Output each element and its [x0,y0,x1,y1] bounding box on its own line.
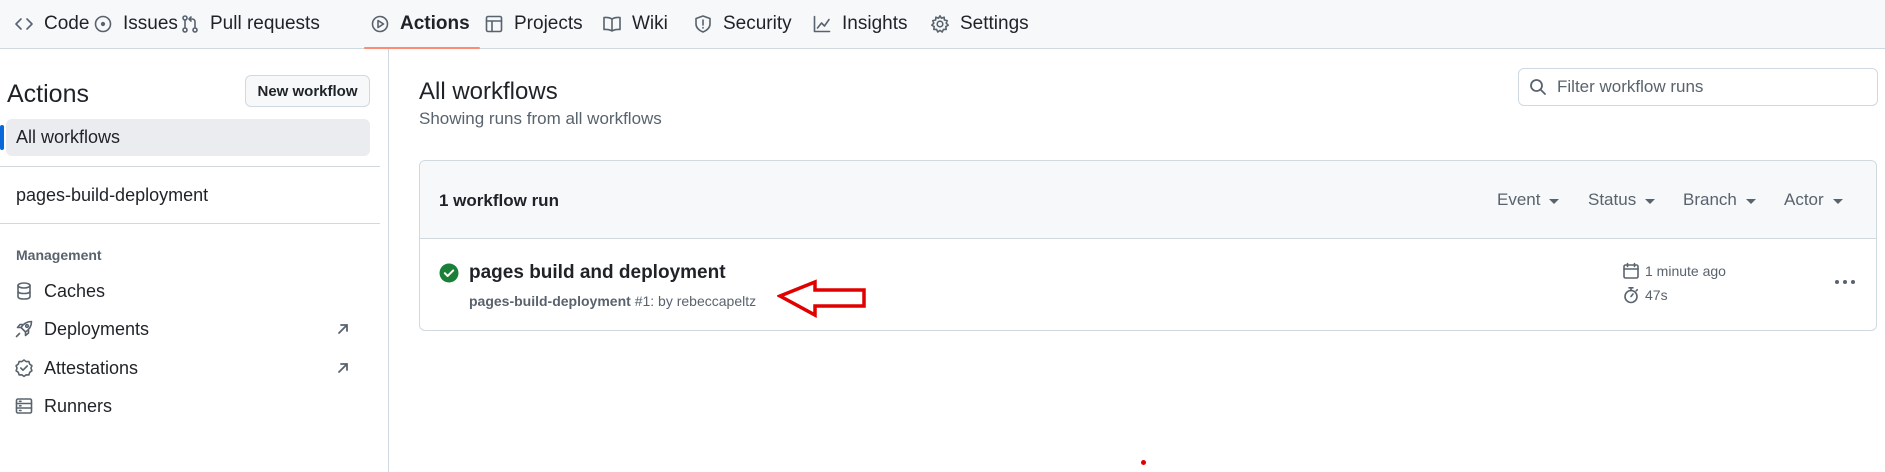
external-link-icon [338,363,348,373]
sidebar-item-label: Attestations [44,357,139,378]
sidebar-item-caches[interactable]: Caches [14,279,364,303]
gear-icon [931,15,949,33]
tab-wiki[interactable]: Wiki [602,0,668,48]
sidebar-title: Actions [7,80,89,108]
sidebar-item-label: Runners [44,395,113,416]
run-actor: : by rebeccapeltz [650,293,757,309]
calendar-icon [1623,262,1639,279]
run-duration: 47s [1622,286,1668,304]
status-filter-dropdown[interactable]: Status [1588,190,1656,210]
runs-header: 1 workflow run Event Status Branch Actor [420,161,1876,239]
tab-actions[interactable]: Actions [364,0,480,49]
verified-icon [15,359,33,378]
sidebar-divider [0,166,380,167]
annotation-arrow [777,279,866,318]
chevron-down-icon [1549,198,1560,204]
tab-insights-label: Insights [842,13,908,34]
tab-issues[interactable]: Issues [93,0,178,48]
tab-issues-label: Issues [123,13,178,34]
dropdown-label: Actor [1784,190,1824,209]
run-meta: pages-build-deployment #1: by rebeccapel… [469,293,756,309]
duration-text: 47s [1645,287,1668,303]
page-subtitle: Showing runs from all workflows [419,109,662,128]
kebab-horizontal-icon[interactable] [1830,270,1860,294]
chevron-down-icon [1832,198,1843,204]
database-icon [17,282,31,300]
stopwatch-icon [1624,287,1639,304]
table-row[interactable]: pages build and deployment pages-build-d… [420,240,1876,330]
event-filter-dropdown[interactable]: Event [1497,190,1560,210]
issue-opened-icon [94,15,112,33]
tab-security[interactable]: Security [693,0,792,48]
tab-pull-requests-label: Pull requests [210,13,320,34]
tab-settings[interactable]: Settings [930,0,1029,48]
tab-actions-label: Actions [400,13,470,34]
tab-code[interactable]: Code [14,0,89,48]
dropdown-label: Status [1588,190,1637,209]
chevron-down-icon [1645,198,1656,204]
dropdown-label: Event [1497,190,1541,209]
tab-pull-requests[interactable]: Pull requests [180,0,320,48]
filter-workflow-runs[interactable] [1518,68,1878,106]
repo-nav: Code Issues Pull requests Actions Projec… [0,0,1885,49]
git-pull-request-icon [182,15,198,33]
shield-icon [695,15,711,33]
management-heading: Management [16,247,102,263]
run-workflow-name[interactable]: pages-build-deployment [469,293,631,309]
tab-wiki-label: Wiki [632,13,668,34]
workflow-runs-box: 1 workflow run Event Status Branch Actor… [419,160,1877,331]
sidebar-divider [0,223,380,224]
tab-code-label: Code [44,13,90,34]
sidebar-item-runners[interactable]: Runners [14,394,364,418]
code-icon [15,18,33,30]
search-icon [1530,79,1546,95]
tab-projects-label: Projects [514,13,583,34]
sidebar-item-attestations[interactable]: Attestations [14,356,364,380]
rocket-icon [15,320,33,338]
server-icon [15,398,33,414]
tab-settings-label: Settings [960,13,1029,34]
sidebar-item-deployments[interactable]: Deployments [14,317,364,341]
tab-insights[interactable]: Insights [812,0,907,48]
page-title: All workflows [419,78,558,105]
table-icon [485,15,503,33]
tab-projects[interactable]: Projects [484,0,583,48]
book-icon [603,16,621,32]
actor-filter-dropdown[interactable]: Actor [1784,190,1843,210]
chevron-down-icon [1745,198,1756,204]
external-link-icon [338,324,348,334]
new-workflow-button[interactable]: New workflow [245,75,370,107]
graph-icon [813,15,831,33]
sidebar-item-pages-build-deployment[interactable]: pages-build-deployment [16,185,208,206]
sidebar-item-label: All workflows [16,127,121,147]
sidebar-item-label: pages-build-deployment [16,185,209,205]
dropdown-label: Branch [1683,190,1737,209]
run-title-link[interactable]: pages build and deployment [469,262,726,284]
run-number: #1 [634,293,651,309]
runs-count: 1 workflow run [439,191,559,210]
time-ago-text: 1 minute ago [1645,263,1726,279]
sidebar-item-label: Caches [44,280,106,301]
check-circle-fill-icon [439,263,459,283]
filter-input[interactable] [1557,77,1857,97]
branch-filter-dropdown[interactable]: Branch [1683,190,1756,210]
tab-security-label: Security [723,13,792,34]
play-icon [371,15,389,33]
annotation-dot [1141,460,1146,465]
sidebar-item-all-workflows[interactable]: All workflows [0,119,370,156]
sidebar-item-label: Deployments [44,318,150,339]
run-time-ago: 1 minute ago [1622,262,1726,280]
